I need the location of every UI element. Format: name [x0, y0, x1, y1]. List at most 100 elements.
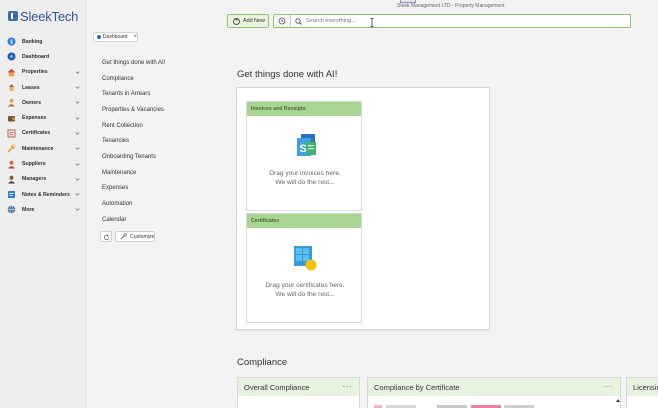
sidebar-item-suppliers[interactable]: Suppliers [0, 156, 86, 171]
sidebar-item-certificates[interactable]: Certificates [0, 126, 86, 141]
sidebar-item-owners[interactable]: Owners [0, 95, 86, 110]
sidebar-item-label: Leases [22, 84, 40, 91]
sidebar-item-dashboard[interactable]: Dashboard [0, 49, 86, 64]
add-new-button[interactable]: + Add New [227, 14, 269, 28]
sidebar-item-more[interactable]: More [0, 202, 86, 217]
certificate-bars-preview [374, 399, 620, 408]
supplier-icon [7, 160, 16, 169]
menu-item-properties-vacancies[interactable]: Properties & Vacancies [102, 102, 165, 118]
refresh-icon [103, 228, 110, 246]
chevron-down-icon[interactable] [74, 161, 80, 167]
certificates-drop-zone[interactable]: Certificates Drag your certificates here… [246, 213, 362, 323]
sidebar-item-label: Dashboard [22, 53, 50, 60]
add-new-label: Add New [243, 18, 265, 24]
sidebar-item-label: Owners [22, 99, 42, 106]
chevron-down-icon[interactable] [74, 192, 80, 198]
menu-item-rent-collection[interactable]: Rent Collection [102, 118, 165, 134]
menu-item-compliance[interactable]: Compliance [102, 71, 165, 87]
tab-dashboard[interactable]: Dashboard × [93, 32, 138, 42]
menu-item-ai[interactable]: Get things done with AI! [102, 55, 165, 71]
card-body: S Drag your invoices here. We will do th… [247, 116, 361, 210]
drop-instructions-sub: We will do the rest... [275, 179, 335, 186]
sidebar-item-label: Notes & Reminders [22, 191, 70, 198]
drop-instructions-sub: We will do the rest... [275, 291, 335, 298]
chevron-down-icon[interactable] [74, 146, 80, 152]
certificate-icon [7, 129, 16, 138]
menu-item-automation[interactable]: Automation [102, 196, 165, 212]
card-body: Drag your certificates here. We will do … [247, 228, 361, 322]
menu-actions: Customize [100, 231, 155, 242]
dashboard-icon [7, 52, 16, 61]
chevron-down-icon[interactable] [74, 115, 80, 121]
mouse-cursor-icon [369, 14, 375, 27]
close-icon[interactable]: × [133, 34, 137, 40]
ai-section-heading: Get things done with AI! [237, 69, 338, 80]
customize-button[interactable]: Customize [115, 231, 155, 242]
bank-icon: $ [7, 37, 16, 46]
menu-item-onboarding-tenants[interactable]: Onboarding Tenants [102, 149, 165, 165]
refresh-button[interactable] [100, 231, 112, 242]
sidebar-item-properties[interactable]: Properties [0, 65, 86, 80]
more-options-icon[interactable]: ··· [604, 382, 614, 391]
ai-panel: Invoices and Receipts S Drag your invoic… [236, 87, 490, 330]
widget-header: Compliance by Certificate ··· [368, 378, 620, 396]
history-icon [278, 12, 286, 30]
widget-header: Licensin [627, 378, 658, 396]
sidebar-item-notes-reminders[interactable]: Notes & Reminders [0, 187, 86, 202]
sidebar-item-label: Banking [22, 38, 43, 45]
chevron-down-icon[interactable] [74, 100, 80, 106]
svg-text:$: $ [10, 40, 13, 46]
sidebar-item-managers[interactable]: Managers [0, 172, 86, 187]
sidebar-item-label: Properties [22, 69, 48, 76]
licensing-widget: Licensin [626, 377, 658, 408]
sidebar-item-expenses[interactable]: Expenses [0, 110, 86, 125]
app-logo[interactable]: SleekTech [8, 8, 78, 24]
widget-header: Overall Compliance ··· [238, 378, 359, 396]
certificate-upload-icon [291, 244, 319, 272]
sidebar-item-label: Maintenance [22, 145, 54, 152]
drop-instructions: Drag your certificates here. [265, 282, 345, 289]
dashboard-tab-icon [97, 35, 101, 39]
chevron-down-icon[interactable] [74, 85, 80, 91]
sidebar-item-leases[interactable]: Leases [0, 80, 86, 95]
svg-text:S: S [299, 143, 306, 155]
customize-icon [120, 233, 127, 240]
chevron-down-icon[interactable] [74, 176, 80, 182]
menu-item-calendar[interactable]: Calendar [102, 212, 165, 228]
tab-label: Dashboard [103, 34, 128, 40]
widget-title: Overall Compliance [244, 382, 310, 392]
invoice-upload-icon: S [291, 132, 319, 160]
history-button[interactable] [274, 15, 291, 27]
gauge-chart-preview [238, 396, 361, 408]
person-icon [7, 98, 16, 107]
logo-mark-icon [8, 11, 18, 21]
sidebar-item-maintenance[interactable]: Maintenance [0, 141, 86, 156]
dashboard-section-menu: Get things done with AI! Compliance Tena… [102, 55, 165, 228]
invoices-drop-zone[interactable]: Invoices and Receipts S Drag your invoic… [246, 101, 362, 211]
overall-compliance-widget: Overall Compliance ··· [237, 377, 360, 408]
manager-icon [7, 175, 16, 184]
more-options-icon[interactable]: ··· [343, 382, 353, 391]
sidebar-item-label: Certificates [22, 130, 51, 137]
drop-instructions: Drag your invoices here. [269, 170, 341, 177]
lease-icon [7, 83, 16, 92]
menu-item-maintenance[interactable]: Maintenance [102, 165, 165, 181]
sidebar-item-banking[interactable]: $ Banking [0, 34, 86, 49]
menu-item-tenants-in-arrears[interactable]: Tenants in Arrears [102, 86, 165, 102]
search-icon [295, 17, 302, 25]
menu-item-expenses[interactable]: Expenses [102, 181, 165, 197]
widget-title: Licensin [633, 382, 658, 392]
wrench-icon [7, 144, 16, 153]
customize-label: Customize [130, 233, 155, 240]
card-title: Invoices and Receipts [247, 102, 361, 116]
menu-item-tenancies[interactable]: Tenancies [102, 133, 165, 149]
compliance-by-certificate-widget: Compliance by Certificate ··· [367, 377, 621, 408]
expenses-icon [7, 114, 16, 123]
chevron-down-icon[interactable] [74, 207, 80, 213]
search-input[interactable] [306, 16, 630, 26]
plus-icon: + [233, 17, 240, 25]
chevron-down-icon[interactable] [74, 130, 80, 136]
widget-title: Compliance by Certificate [374, 382, 460, 392]
search-bar[interactable] [273, 14, 631, 28]
chevron-down-icon[interactable] [74, 69, 80, 75]
